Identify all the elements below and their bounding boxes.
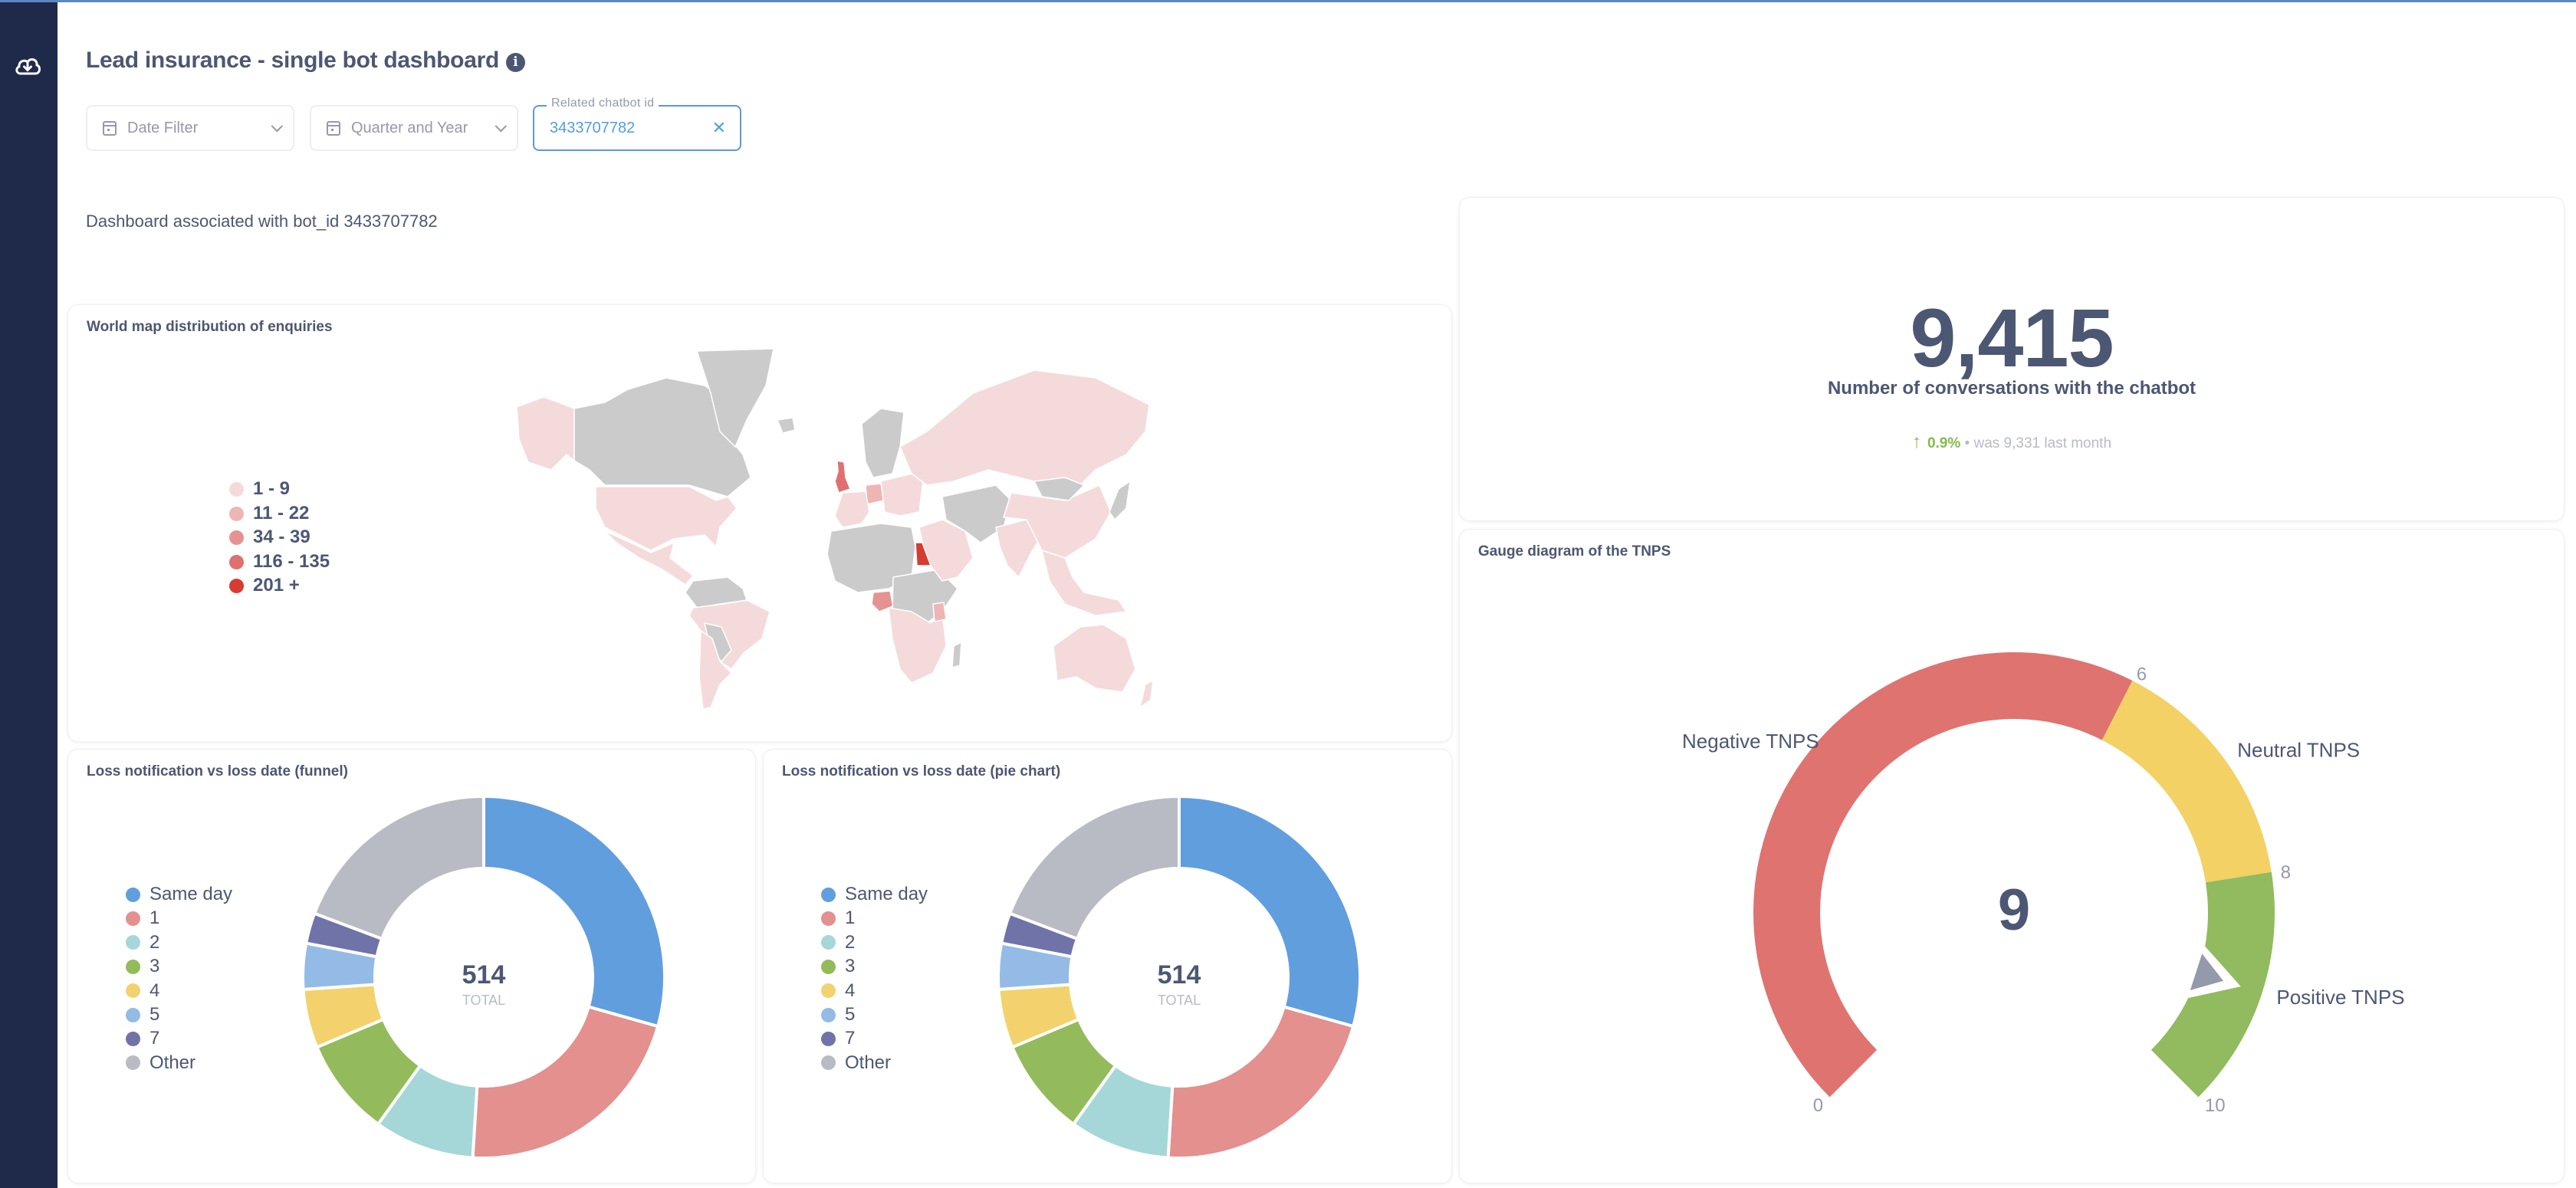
gauge-segment-negative-tnps[interactable] (1753, 652, 2133, 1098)
legend-label: 1 - 9 (253, 478, 291, 499)
info-icon[interactable]: i (506, 53, 525, 72)
map-region-alaska-usa-[interactable] (516, 396, 575, 471)
chatbot-id-label: Related chatbot id (547, 97, 659, 110)
calendar-icon (103, 120, 117, 136)
donut-slice-same-day[interactable] (1178, 794, 1362, 1029)
gauge-segment-label: Positive TNPS (2276, 986, 2404, 1009)
kpi-previous: • was 9,331 last month (1964, 435, 2112, 451)
donut-total-value: 514 (462, 960, 506, 989)
donut-total-value: 514 (1158, 960, 1201, 989)
legend-label: 11 - 22 (253, 503, 310, 523)
legend-item[interactable]: 34 - 39 (229, 527, 310, 548)
arrow-up-icon: ↑ (1911, 432, 1921, 452)
kpi-value[interactable]: 9,415 (1460, 290, 2564, 386)
gauge-chart[interactable]: Negative TNPS Neutral TNPS Positive TNPS 0 6… (1460, 530, 2565, 1184)
map-region-russia[interactable] (899, 369, 1150, 501)
close-icon[interactable]: ✕ (712, 118, 726, 138)
top-border (0, 0, 2576, 2)
date-filter[interactable]: Date Filter (86, 105, 294, 151)
donut-chart[interactable]: 514 TOTAL (68, 750, 757, 1184)
legend-item[interactable]: 201 + (229, 575, 300, 596)
map-region-madagascar[interactable] (951, 641, 962, 669)
chatbot-id-value[interactable]: 3433707782 (550, 120, 635, 137)
donut-slice-same-day[interactable] (482, 794, 666, 1029)
sidebar (0, 0, 58, 1188)
map-region-western-europe[interactable] (834, 491, 870, 528)
chatbot-id-filter[interactable]: Related chatbot id 3433707782 ✕ (533, 97, 741, 151)
map-region-scandinavia[interactable] (861, 408, 905, 478)
kpi-card: 9,415 Number of conversations with the c… (1459, 197, 2564, 521)
legend-dot (229, 481, 244, 497)
gauge-segment-neutral-tnps[interactable] (2101, 681, 2272, 883)
map-region-southeast-asia[interactable] (1040, 549, 1128, 616)
world-map-card: World map distribution of enquiries 1 - … (67, 304, 1452, 742)
legend-dot (229, 530, 244, 545)
quarter-year-filter[interactable]: Quarter and Year (310, 105, 518, 151)
donut-total-label: TOTAL (1158, 993, 1201, 1008)
card-title[interactable]: World map distribution of enquiries (87, 319, 333, 336)
legend-item[interactable]: 1 - 9 (229, 478, 290, 500)
calendar-icon (327, 120, 340, 136)
donut-slice-1[interactable] (471, 1005, 660, 1160)
cloud-download-icon[interactable] (14, 54, 41, 78)
legend-label: 34 - 39 (253, 527, 310, 547)
chevron-down-icon (271, 120, 284, 132)
gauge-card: Gauge diagram of the TNPS Negative TNPS N… (1459, 529, 2564, 1183)
legend-item[interactable]: 116 - 135 (229, 551, 330, 573)
kpi-label: Number of conversations with the chatbot (1827, 378, 2196, 399)
gauge-segment-label: Negative TNPS (1682, 730, 1819, 753)
map-region-new-zealand[interactable] (1138, 679, 1154, 709)
page-title: Lead insurance - single bot dashboard (86, 48, 499, 73)
map-region-australia[interactable] (1053, 624, 1136, 693)
legend-dot (229, 506, 244, 521)
pie-donut-card: Loss notification vs loss date (pie char… (763, 749, 1452, 1183)
chevron-down-icon (495, 120, 508, 132)
gauge-tick-label: 8 (2281, 862, 2291, 883)
legend-dot (229, 578, 244, 593)
map-region-eastern-europe[interactable] (880, 473, 924, 517)
donut-total-label: TOTAL (462, 993, 505, 1008)
world-map[interactable] (513, 347, 1157, 711)
map-region-kenya[interactable] (932, 602, 947, 622)
legend-label: 201 + (253, 575, 300, 596)
funnel-donut-card: Loss notification vs loss date (funnel) … (67, 749, 756, 1183)
kpi-comparison: ↑ 0.9% • was 9,331 last month (1460, 432, 2564, 453)
legend-item[interactable]: 11 - 22 (229, 503, 309, 524)
map-region-japan[interactable] (1109, 480, 1131, 521)
donut-slice-other[interactable] (312, 794, 485, 941)
donut-slice-1[interactable] (1166, 1005, 1355, 1160)
dashboard-description: Dashboard associated with bot_id 3433707… (86, 212, 438, 231)
quarter-year-label: Quarter and Year (351, 119, 468, 136)
donut-slice-other[interactable] (1007, 794, 1181, 941)
gauge-tick-label: 6 (2137, 664, 2147, 684)
gauge-tick-label: 10 (2205, 1095, 2226, 1116)
map-region-united-kingdom[interactable] (834, 460, 851, 494)
gauge-tick-label: 0 (1813, 1095, 1823, 1116)
gauge-value: 9 (1998, 878, 2030, 943)
date-filter-label: Date Filter (127, 119, 199, 136)
map-region-iceland[interactable] (776, 417, 796, 434)
donut-chart[interactable]: 514 TOTAL (764, 750, 1453, 1184)
kpi-change: 0.9% (1927, 435, 1961, 451)
legend-label: 116 - 135 (253, 551, 330, 572)
gauge-segment-label: Neutral TNPS (2237, 738, 2360, 761)
legend-dot (229, 554, 244, 569)
